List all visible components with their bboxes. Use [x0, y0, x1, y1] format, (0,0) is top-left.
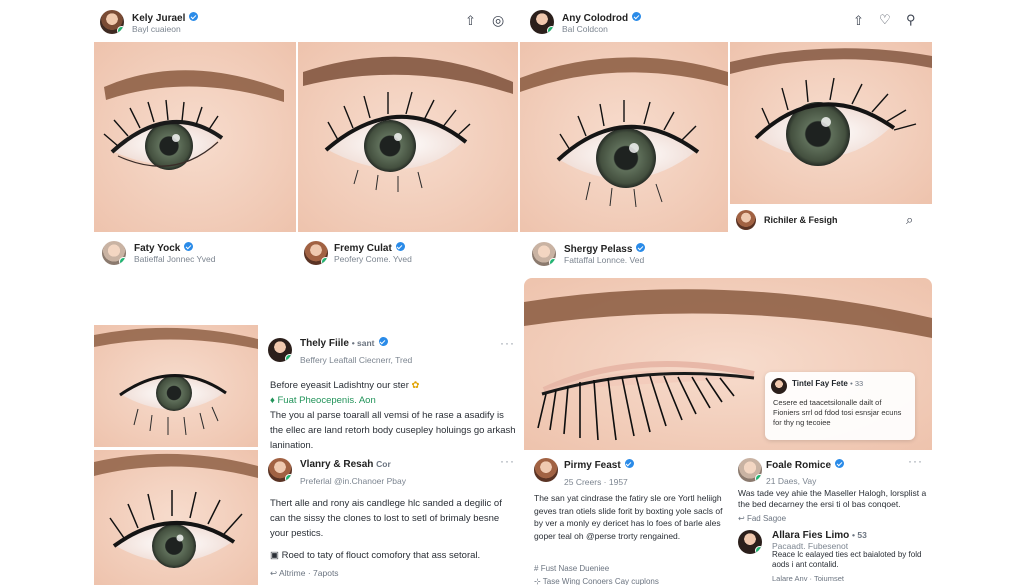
eye-photo[interactable]: [520, 42, 728, 232]
post-card-11: Allara Fies Limo • 53 Pacaadt. Fubesenot…: [732, 526, 932, 585]
location-pin-icon: ♦: [270, 395, 275, 406]
online-badge: [285, 474, 292, 482]
post-tag[interactable]: Fuat Pheocepenis. Aon: [278, 395, 376, 406]
tag-icon: ⊹: [534, 577, 541, 585]
eye-photo[interactable]: [94, 42, 296, 232]
author-name[interactable]: Pirmy Feast: [564, 460, 621, 471]
verified-icon: [395, 242, 405, 251]
verified-icon: [835, 459, 845, 468]
author-subtitle: Beffery Leaftall Ciecnerr, Tred: [300, 355, 413, 365]
share-icon[interactable]: ⇧: [465, 14, 476, 27]
post-text: Was tade vey ahie the Maseller Halogh, l…: [738, 488, 927, 509]
post-card-1: Kely Jurael Bayl cuaieon ⇧ ◎ Faty Yock B…: [94, 0, 518, 282]
author-subtitle: Peofery Come. Yved: [334, 254, 412, 264]
hashtag-icon: #: [534, 564, 539, 573]
online-badge: [117, 26, 124, 34]
post-time: • 53: [852, 530, 867, 540]
verified-icon: [184, 242, 194, 251]
online-badge: [755, 474, 762, 482]
avatar[interactable]: [738, 458, 762, 482]
post-time: • sant: [351, 338, 375, 348]
avatar[interactable]: [771, 378, 787, 394]
avatar[interactable]: [100, 10, 124, 34]
post-headline: Before eyeasit Ladishtny our ster: [270, 380, 409, 391]
post-text: Thert alle and rony ais candlege hlc san…: [270, 498, 502, 539]
overlay-text: Cesere ed taacetsilonalle dailt of Fioni…: [773, 398, 902, 427]
author-name[interactable]: Any Colodrod: [562, 13, 628, 24]
avatar[interactable]: [530, 10, 554, 34]
author-subtitle: Fattaffal Lonnce. Ved: [564, 255, 645, 265]
reply-icon[interactable]: ↩: [738, 514, 745, 523]
post-card-8: Vlanry & Resah Cor Preferlal @in.Chanoer…: [260, 452, 518, 585]
verified-icon: [636, 243, 646, 252]
camera-icon[interactable]: ◎: [492, 13, 504, 27]
avatar[interactable]: [532, 242, 556, 266]
verified-icon: [624, 459, 634, 468]
online-badge: [547, 26, 554, 34]
eye-photo[interactable]: [730, 42, 932, 204]
author-subtitle: Bayl cuaieon: [132, 24, 181, 34]
person-icon[interactable]: ⚲: [906, 13, 916, 26]
author-name[interactable]: Vlanry & Resah: [300, 459, 373, 470]
list-item[interactable]: Tase Wing Conoers Cay cuplons: [543, 577, 659, 585]
share-icon[interactable]: ⇧: [853, 14, 864, 27]
more-options-icon[interactable]: ···: [500, 454, 515, 468]
verified-icon: [378, 337, 388, 346]
post-time: • 33: [850, 379, 864, 388]
author-name[interactable]: Shergy Pelass: [564, 244, 632, 255]
post-footer: Lalare Anv · Toiumset: [772, 574, 844, 583]
author-subtitle: Batieffal Jonnec Yved: [134, 254, 216, 264]
author-name[interactable]: Fremy Culat: [334, 243, 392, 254]
author-subtitle: 25 Creers · 1957: [564, 477, 628, 487]
avatar[interactable]: [102, 241, 126, 265]
author-name[interactable]: Thely Fiile: [300, 338, 349, 349]
post-card-9: Pirmy Feast 25 Creers · 1957 The san yat…: [524, 452, 730, 585]
avatar[interactable]: [534, 458, 558, 482]
verified-icon: [189, 12, 199, 21]
avatar[interactable]: [268, 338, 292, 362]
post-card-7: Thely Fiile • sant Beffery Leaftall Ciec…: [260, 326, 518, 451]
list-item[interactable]: Fust Nase Dueniee: [541, 564, 609, 573]
avatar[interactable]: [268, 458, 292, 482]
image-icon: ▣: [270, 550, 279, 561]
mini-profile-bar[interactable]: Richiler & Fesigh ⌕: [730, 206, 932, 236]
online-badge: [549, 258, 556, 266]
author-subtitle: Preferlal @in.Chanoer Pbay: [300, 476, 406, 486]
online-badge: [119, 257, 126, 265]
online-badge: [285, 354, 292, 362]
heart-icon[interactable]: ♡: [879, 13, 891, 26]
post-footer: Altrime · 7apots: [279, 568, 339, 578]
author-name[interactable]: Kely Jurael: [132, 13, 185, 24]
avatar[interactable]: [304, 241, 328, 265]
post-meta: Fad Sagoe: [746, 514, 787, 523]
online-badge: [321, 257, 328, 265]
author-name[interactable]: Richiler & Fesigh: [764, 215, 838, 225]
search-icon[interactable]: ⌕: [906, 213, 913, 226]
author-subtitle: Bal Coldcon: [562, 24, 608, 34]
post-card-10: Foale Romice 21 Daes, Vay ··· Was tade v…: [732, 452, 932, 524]
overlay-comment-card[interactable]: Tintel Fay Fete • 33 Cesere ed taacetsil…: [765, 372, 915, 440]
eye-photo[interactable]: [298, 42, 518, 232]
post-time: Cor: [376, 459, 391, 469]
online-badge: [755, 546, 762, 554]
avatar[interactable]: [736, 210, 756, 230]
author-name[interactable]: Tintel Fay Fete: [792, 379, 848, 388]
eye-photo[interactable]: [94, 450, 258, 585]
more-options-icon[interactable]: ···: [500, 336, 515, 350]
avatar[interactable]: [738, 530, 762, 554]
post-feature: Roed to taty of flouct comofory that ass…: [281, 550, 481, 561]
verified-icon: [632, 12, 642, 21]
reply-icon[interactable]: ↩: [270, 568, 277, 578]
post-text: Reace lc ealayed ties ect baialoted by f…: [772, 550, 922, 569]
emoji-icon: ✿: [411, 380, 420, 391]
author-name[interactable]: Allara Fies Limo: [772, 530, 849, 541]
post-card-2: Any Colodrod Bal Coldcon ⇧ ♡ ⚲ Richiler …: [520, 0, 932, 276]
eye-photo[interactable]: [94, 325, 258, 447]
author-subtitle: 21 Daes, Vay: [766, 476, 817, 486]
post-text: The san yat cindrase the fatiry sle ore …: [534, 493, 723, 541]
post-text: The you al parse toarall all vemsi of he…: [270, 410, 516, 451]
author-name[interactable]: Foale Romice: [766, 460, 831, 471]
more-options-icon[interactable]: ···: [908, 454, 923, 468]
author-name[interactable]: Faty Yock: [134, 243, 180, 254]
